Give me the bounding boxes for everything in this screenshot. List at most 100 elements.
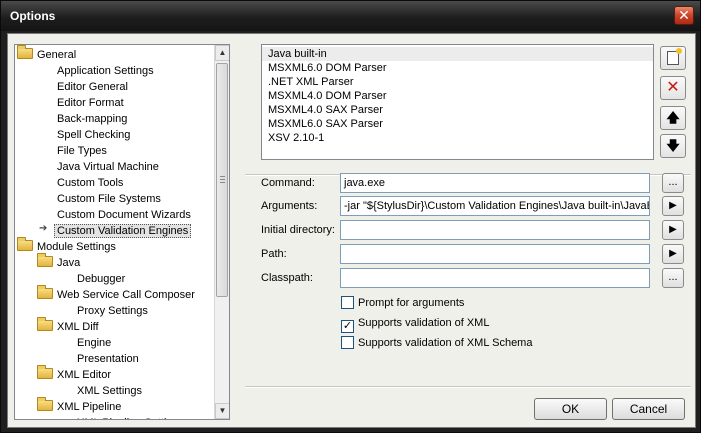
tree-scrollbar[interactable]: ▲ ▼ [214,45,229,419]
arrow-up-icon: 🡅 [666,110,680,125]
tree-item-label: Custom Validation Engines [54,224,192,238]
validation-engine-list[interactable]: Java built-in MSXML6.0 DOM Parser .NET XML… [261,44,654,160]
path-menu-button[interactable]: ▶ [662,244,684,264]
initial-directory-label: Initial directory: [261,224,335,236]
scroll-up-button[interactable]: ▲ [215,45,229,61]
checkbox-checked-icon[interactable]: ✓ [341,320,354,333]
path-label: Path: [261,248,287,260]
scroll-down-button[interactable]: ▼ [215,403,229,419]
tree-item[interactable]: XML Pipeline Settings [77,415,184,419]
arguments-menu-button[interactable]: ▶ [662,196,684,216]
delete-engine-button[interactable]: ✕ [660,76,686,100]
tree-item[interactable]: Java [37,253,81,271]
tree-item[interactable]: XML Settings [77,383,142,399]
dialog-client-area: General Application Settings Editor Genera… [7,33,696,428]
tree-item-label: Java [57,257,81,269]
supports-xml-schema-checkbox[interactable]: Supports validation of XML Schema [341,336,532,352]
tree-item[interactable]: XML Editor [37,365,112,383]
tree-item[interactable]: Custom Validation Engines [54,223,192,239]
move-down-button[interactable]: 🡇 [660,134,686,158]
folder-icon [37,285,53,299]
engine-list-item[interactable]: MSXML4.0 DOM Parser [262,89,653,103]
tree-item[interactable]: Editor Format [57,95,124,111]
close-button[interactable]: ✕ [674,6,694,25]
classpath-field[interactable] [340,268,650,288]
tree-item[interactable]: File Types [57,143,107,159]
arguments-field[interactable]: -jar "${StylusDir}\Custom Validation Eng… [340,196,650,216]
arrow-down-icon: ▼ [218,406,227,415]
options-tree[interactable]: General Application Settings Editor Genera… [14,44,230,420]
initial-directory-field[interactable] [340,220,650,240]
tree-item[interactable]: XML Diff [37,317,99,335]
tree-item[interactable]: Debugger [77,271,125,287]
checkbox-box[interactable] [341,296,354,309]
arrow-up-icon: ▲ [218,48,227,57]
tree-item-label: Application Settings [57,65,154,77]
tree-items: General Application Settings Editor Genera… [15,45,215,419]
tree-item-label: Proxy Settings [77,305,148,317]
arrow-down-icon: 🡇 [666,138,680,153]
initial-directory-menu-button[interactable]: ▶ [662,220,684,240]
engine-list-item[interactable]: XSV 2.10-1 [262,131,653,145]
classpath-browse-button[interactable]: ... [662,268,684,288]
triangle-right-icon: ▶ [669,224,677,235]
cancel-button[interactable]: Cancel [612,398,685,420]
engine-list-item[interactable]: MSXML6.0 SAX Parser [262,117,653,131]
new-document-icon [667,48,682,65]
tree-item[interactable]: Application Settings [57,63,154,79]
move-up-button[interactable]: 🡅 [660,106,686,130]
engine-list-item[interactable]: Java built-in [262,47,653,61]
command-browse-button[interactable]: ... [662,173,684,193]
tree-item[interactable]: Spell Checking [57,127,130,143]
folder-icon [37,397,53,411]
tree-item[interactable]: Module Settings [17,237,116,255]
new-engine-button[interactable] [660,46,686,70]
engine-list-item[interactable]: MSXML4.0 SAX Parser [262,103,653,117]
tree-item-label: File Types [57,145,107,157]
tree-item[interactable]: Proxy Settings [77,303,148,319]
tree-item[interactable]: General [17,45,77,63]
tree-item-label: Spell Checking [57,129,131,141]
scroll-thumb[interactable] [216,63,228,297]
tree-item[interactable]: XML Pipeline [37,397,122,415]
tree-item-label: XML Pipeline [57,401,122,413]
supports-xml-checkbox[interactable]: ✓ Supports validation of XML [341,316,490,333]
classpath-label: Classpath: [261,272,313,284]
triangle-right-icon: ▶ [669,200,677,211]
path-field[interactable] [340,244,650,264]
window-title: Options [10,9,56,23]
tree-item[interactable]: Back-mapping [57,111,127,127]
tree-item[interactable]: Custom Tools [57,175,123,191]
checkbox-label: Prompt for arguments [358,297,465,309]
ok-button[interactable]: OK [534,398,607,420]
checkbox-box[interactable] [341,336,354,349]
title-bar[interactable]: Options ✕ [1,1,700,31]
checkbox-label: Supports validation of XML [358,317,490,329]
tree-item-label: Presentation [77,353,139,365]
command-field[interactable]: java.exe [340,173,650,193]
tree-item[interactable]: Engine [77,335,111,351]
triangle-right-icon: ▶ [669,248,677,259]
tree-item[interactable]: Web Service Call Composer [37,285,195,303]
folder-icon [17,45,33,59]
tree-item-label: Module Settings [37,241,116,253]
tree-item[interactable]: Java Virtual Machine [57,159,159,175]
current-item-arrow-icon: ➔ [39,223,48,234]
tree-item-label: Java Virtual Machine [57,161,159,173]
tree-item[interactable]: Custom File Systems [57,191,161,207]
tree-item[interactable]: Custom Document Wizards [57,207,191,223]
tree-item-label: XML Diff [57,321,99,333]
prompt-arguments-checkbox[interactable]: Prompt for arguments [341,296,464,312]
tree-item-label: Custom Tools [57,177,124,189]
checkbox-label: Supports validation of XML Schema [358,337,533,349]
tree-item-label: XML Pipeline Settings [77,417,184,419]
engine-list-item[interactable]: .NET XML Parser [262,75,653,89]
tree-item[interactable]: Presentation [77,351,139,367]
tree-item-label: Web Service Call Composer [57,289,195,301]
tree-item-label: XML Editor [57,369,112,381]
folder-icon [37,317,53,331]
tree-item[interactable]: Editor General [57,79,128,95]
engine-list-item[interactable]: MSXML6.0 DOM Parser [262,61,653,75]
folder-icon [37,253,53,267]
tree-item-label: General [37,49,77,61]
